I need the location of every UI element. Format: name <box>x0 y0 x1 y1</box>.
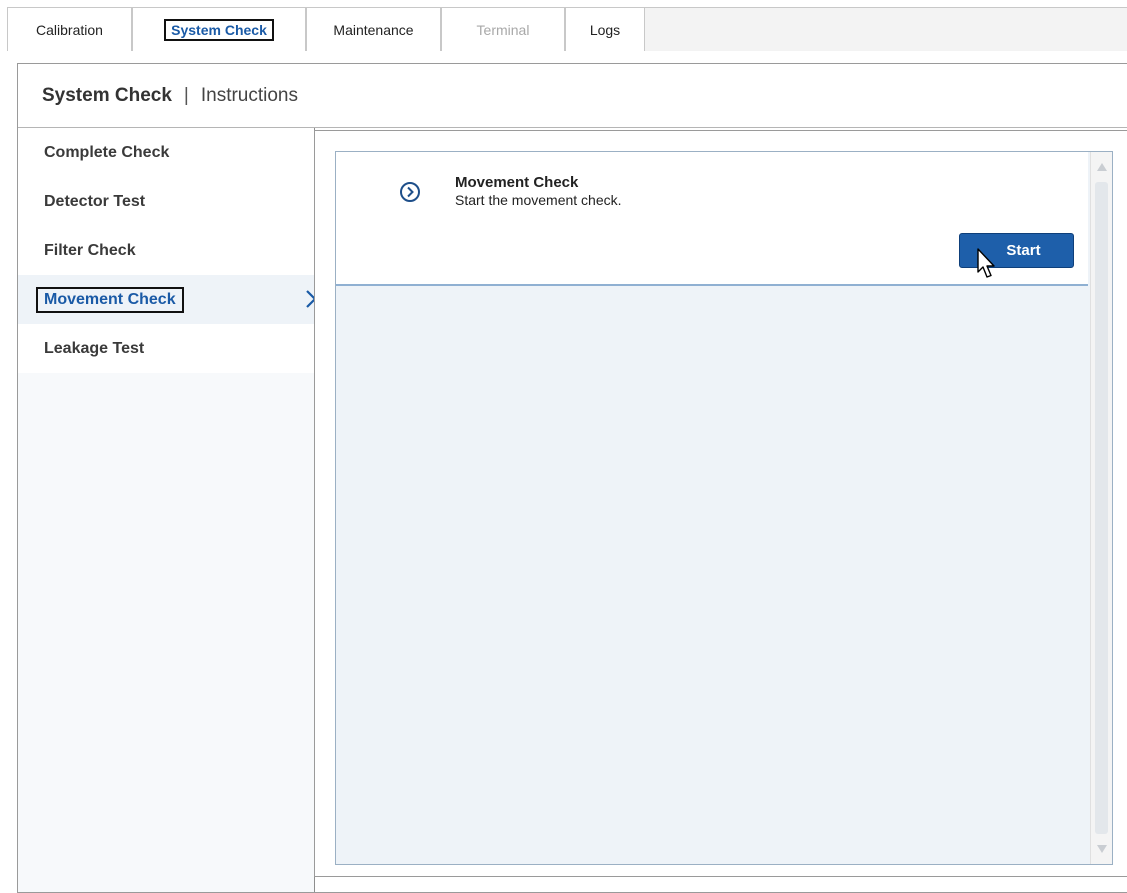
tab-calibration[interactable]: Calibration <box>7 8 132 51</box>
tab-bar: Calibration System Check Maintenance Ter… <box>7 7 1127 51</box>
tab-system-check[interactable]: System Check <box>132 8 306 51</box>
card-title: Movement Check <box>455 174 579 191</box>
tab-label: Logs <box>589 21 621 38</box>
sidebar: Complete Check Detector Test Filter Chec… <box>18 128 317 892</box>
tab-maintenance[interactable]: Maintenance <box>306 8 441 51</box>
instructions-link[interactable]: Instructions <box>201 85 298 107</box>
scroll-down-icon[interactable] <box>1096 844 1108 854</box>
panel-header: System Check | Instructions <box>18 64 1127 128</box>
sidebar-list: Complete Check Detector Test Filter Chec… <box>18 128 317 373</box>
chevron-right-circle-icon <box>400 182 420 202</box>
tab-label: Terminal <box>476 21 530 38</box>
sidebar-item-label: Movement Check <box>36 286 184 313</box>
sidebar-item-detector-test[interactable]: Detector Test <box>18 177 314 226</box>
sidebar-item-label: Detector Test <box>44 192 146 210</box>
mouse-pointer-icon <box>977 248 995 278</box>
page-title: System Check <box>42 84 172 106</box>
card-description: Start the movement check. <box>455 192 622 208</box>
tab-terminal: Terminal <box>441 8 565 51</box>
scrollbar-thumb[interactable] <box>1095 182 1108 834</box>
sidebar-item-complete-check[interactable]: Complete Check <box>18 128 314 177</box>
sidebar-item-filter-check[interactable]: Filter Check <box>18 226 314 275</box>
sidebar-item-movement-check[interactable]: Movement Check <box>18 275 317 324</box>
check-card: Movement Check Start the movement check.… <box>336 152 1088 286</box>
sidebar-item-leakage-test[interactable]: Leakage Test <box>18 324 314 373</box>
sidebar-item-label: Filter Check <box>44 241 136 259</box>
scroll-up-icon[interactable] <box>1096 162 1108 172</box>
content-area: Movement Check Start the movement check.… <box>335 151 1113 865</box>
sidebar-item-label: Leakage Test <box>44 339 145 357</box>
sidebar-item-label: Complete Check <box>44 143 170 161</box>
tab-logs[interactable]: Logs <box>565 8 645 51</box>
tab-label: Maintenance <box>333 21 414 38</box>
vertical-scrollbar[interactable] <box>1090 152 1112 864</box>
tab-label: Calibration <box>36 21 103 38</box>
header-separator: | <box>183 84 189 106</box>
tab-label: System Check <box>164 18 274 41</box>
